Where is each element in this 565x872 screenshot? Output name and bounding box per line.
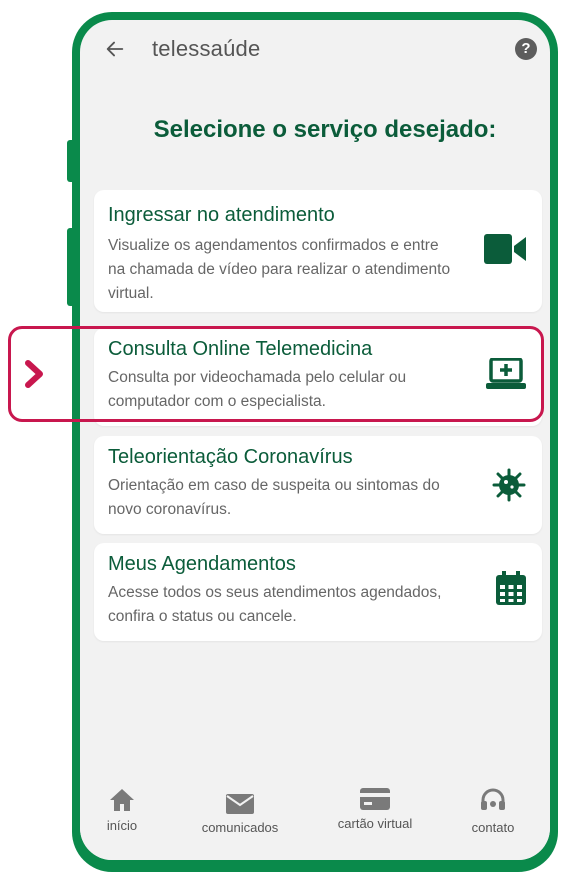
top-app-bar: telessaúde ? [80,20,550,80]
card-description: Acesse todos os seus atendimentos agenda… [108,584,442,625]
service-card-teleorientacao[interactable]: Teleorientação Coronavírus Orientação em… [94,436,542,534]
card-description: Consulta por videochamada pelo celular o… [108,369,407,410]
nav-label: cartão virtual [337,816,413,831]
arrow-left-icon[interactable] [104,38,126,60]
nav-item-comunicados[interactable]: comunicados [198,794,282,835]
nav-label: contato [471,820,515,835]
envelope-icon [226,794,254,814]
bottom-navigation: início comunicados cartão virtual contat… [80,770,550,860]
page-heading: Selecione o serviço desejado: [153,116,497,143]
headset-icon [481,788,505,810]
calendar-icon [496,571,526,605]
nav-item-inicio[interactable]: início [92,788,152,833]
video-camera-icon [484,234,526,264]
question-circle-icon[interactable]: ? [515,38,537,60]
chevron-right-icon [25,360,43,388]
card-title: Teleorientação Coronavírus [108,446,353,468]
nav-label: comunicados [201,820,279,835]
card-title: Meus Agendamentos [108,553,296,575]
card-title: Consulta Online Telemedicina [108,338,373,360]
service-card-consulta-online[interactable]: Consulta Online Telemedicina Consulta po… [94,328,542,426]
card-description: Visualize os agendamentos confirmados e … [108,237,451,302]
card-title: Ingressar no atendimento [108,204,335,226]
card-description: Orientação em caso de suspeita ou sintom… [108,477,440,518]
laptop-medical-icon [486,358,526,389]
phone-screen: telessaúde ? Selecione o serviço desejad… [80,20,550,860]
app-title: telessaúde [152,36,261,61]
service-card-meus-agendamentos[interactable]: Meus Agendamentos Acesse todos os seus a… [94,543,542,641]
nav-label: início [106,818,138,833]
virus-icon [492,468,526,502]
home-icon [110,789,134,811]
nav-item-contato[interactable]: contato [458,788,528,835]
nav-item-cartao-virtual[interactable]: cartão virtual [320,788,430,831]
service-card-ingressar[interactable]: Ingressar no atendimento Visualize os ag… [94,190,542,312]
credit-card-icon [360,788,390,810]
